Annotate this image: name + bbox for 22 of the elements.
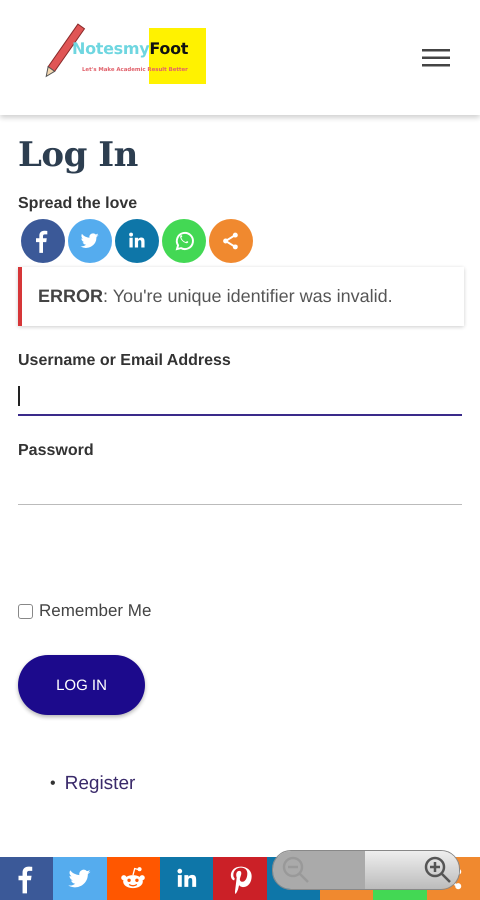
logo-background — [149, 28, 206, 84]
page-title: Log In — [18, 135, 139, 175]
share-bar-button[interactable] — [0, 857, 54, 900]
remember-checkbox[interactable] — [18, 604, 33, 618]
share-button[interactable] — [21, 219, 65, 263]
field-label: Username or Email Address — [18, 352, 232, 370]
menu-icon — [422, 48, 450, 68]
menu-button[interactable] — [422, 48, 450, 68]
register-link[interactable]: Register — [64, 773, 136, 795]
error-message: ERROR: You're unique identifier was invalid. — [18, 267, 464, 326]
share-bar-button[interactable] — [213, 857, 267, 900]
remember-label: Remember Me — [39, 601, 152, 621]
share-button[interactable] — [115, 219, 159, 263]
field-label: Password — [18, 442, 95, 460]
zoom-out-icon — [281, 855, 311, 885]
bullet: • — [50, 775, 56, 793]
share-bar-button[interactable] — [106, 857, 160, 900]
share-heading: Spread the love — [18, 195, 138, 213]
login-button[interactable]: LOG IN — [18, 655, 145, 715]
zoom-in-icon — [423, 855, 453, 885]
share-bar-button[interactable] — [160, 857, 214, 900]
zoom-in-button[interactable] — [365, 851, 459, 889]
